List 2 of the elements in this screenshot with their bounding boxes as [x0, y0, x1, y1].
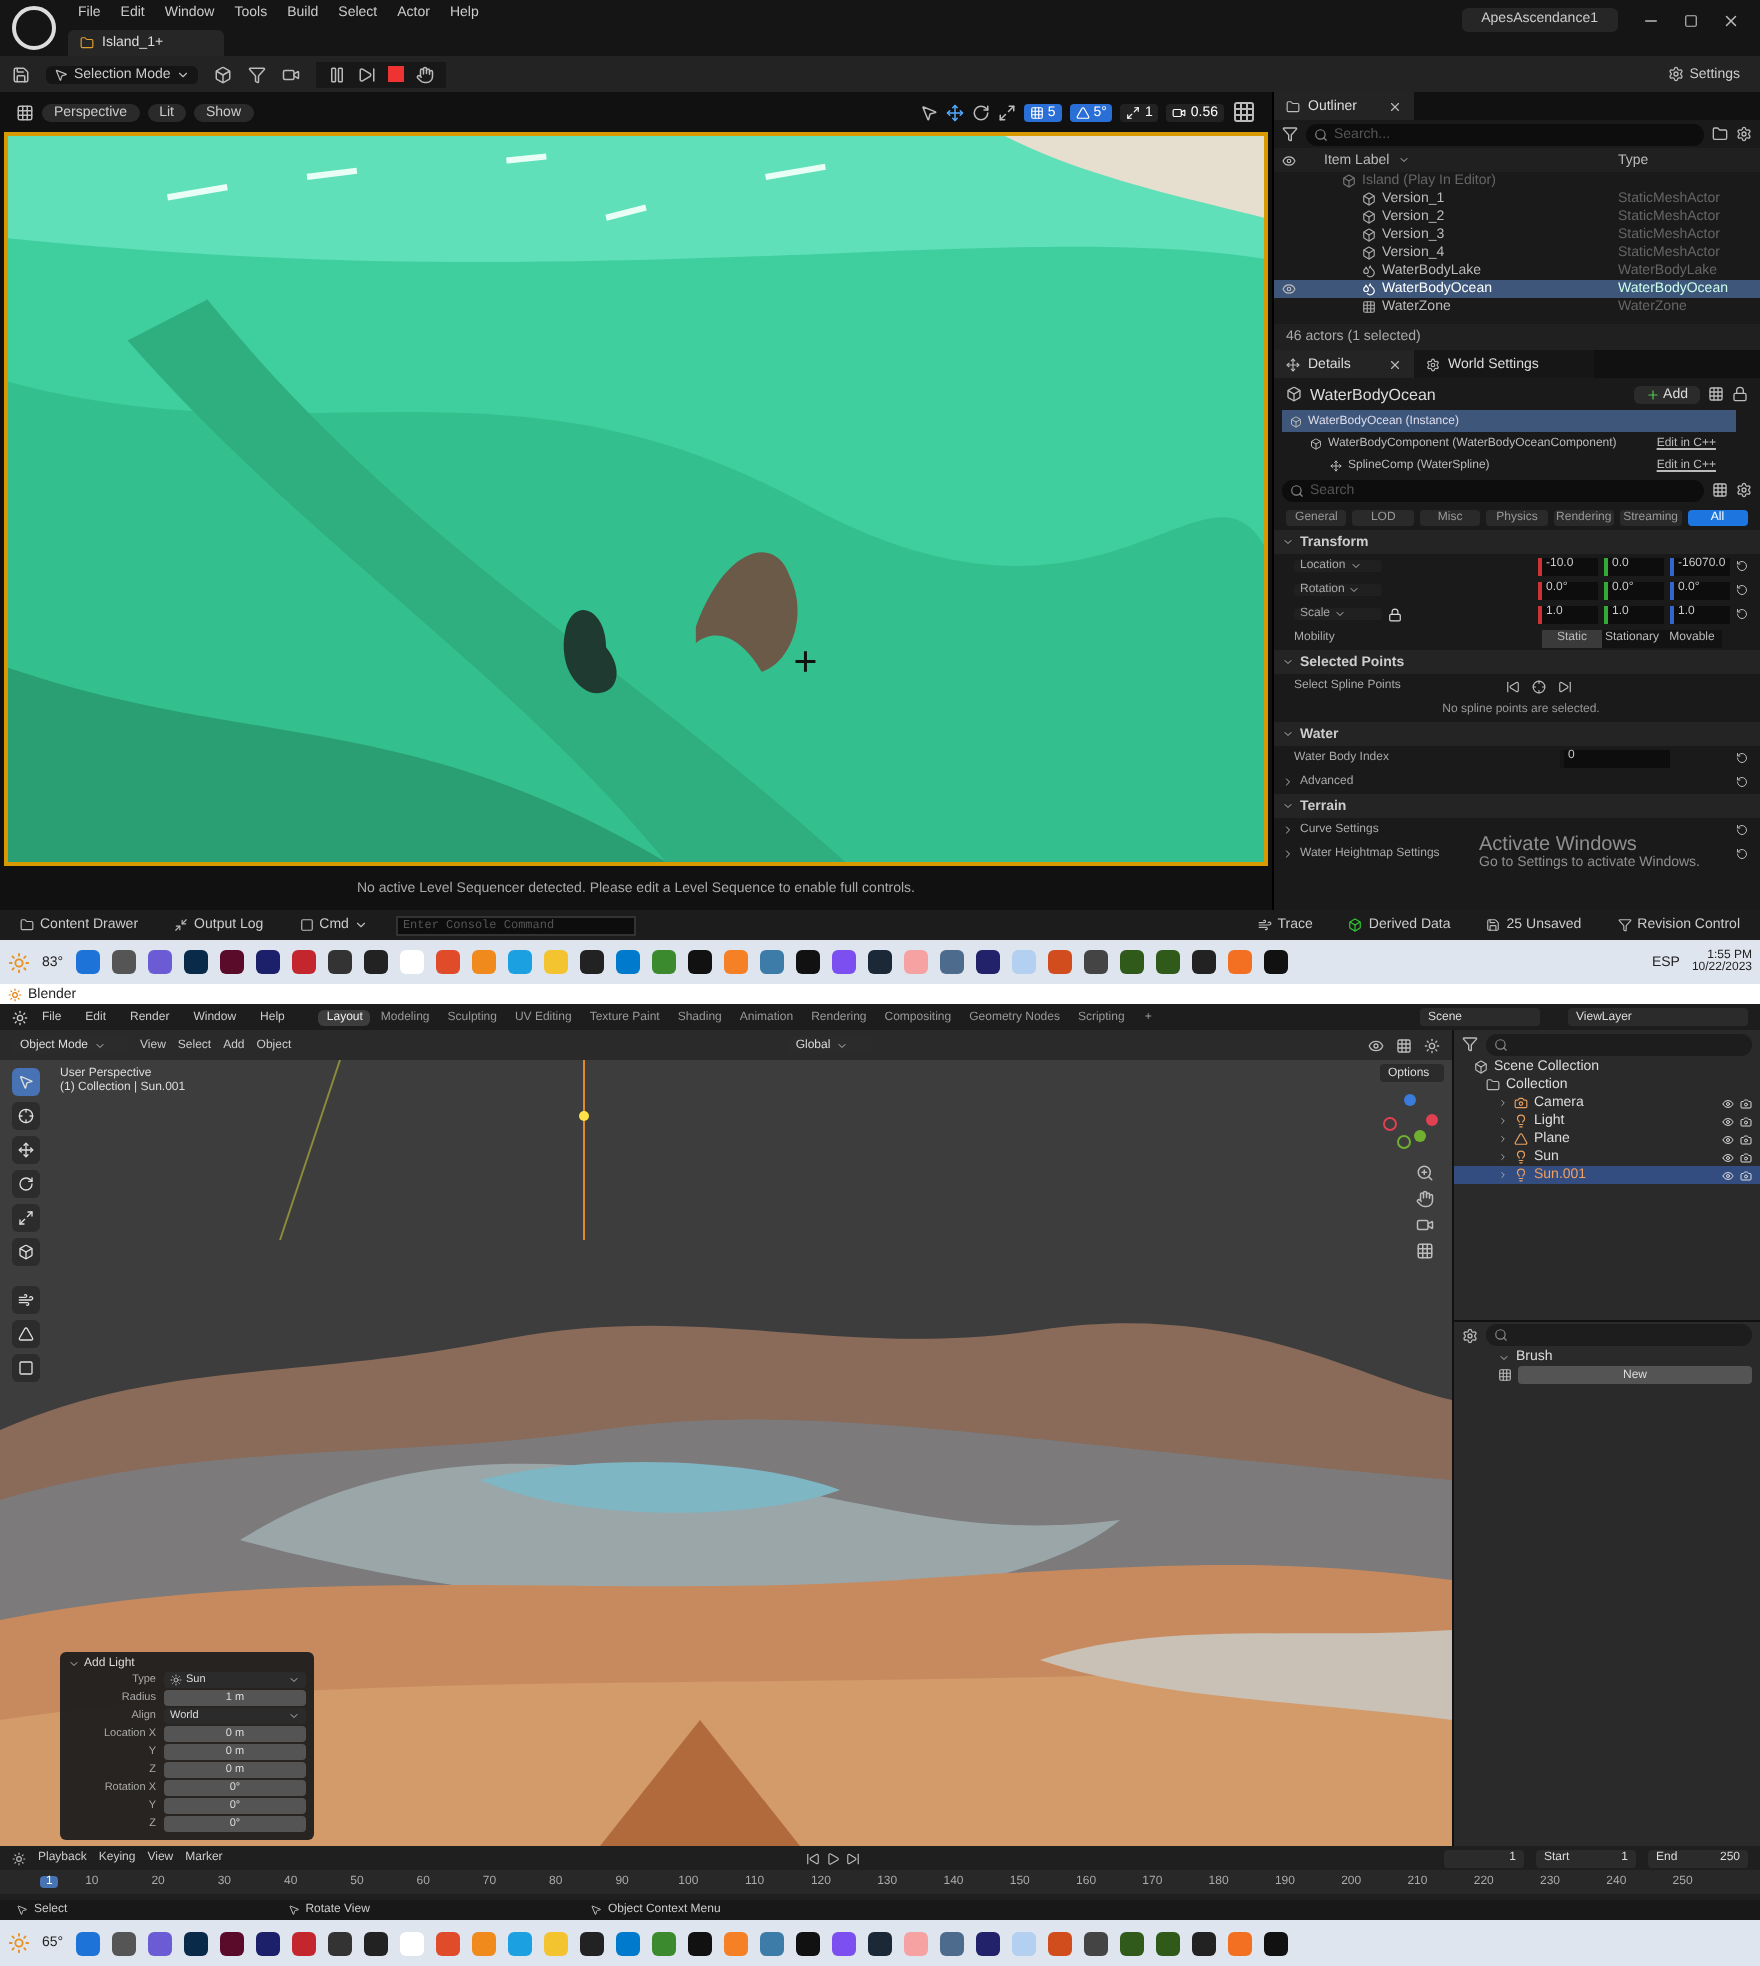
activation-title: Activate Windows: [1479, 834, 1639, 856]
actor-name: WaterBodyOcean: [1310, 385, 1436, 403]
